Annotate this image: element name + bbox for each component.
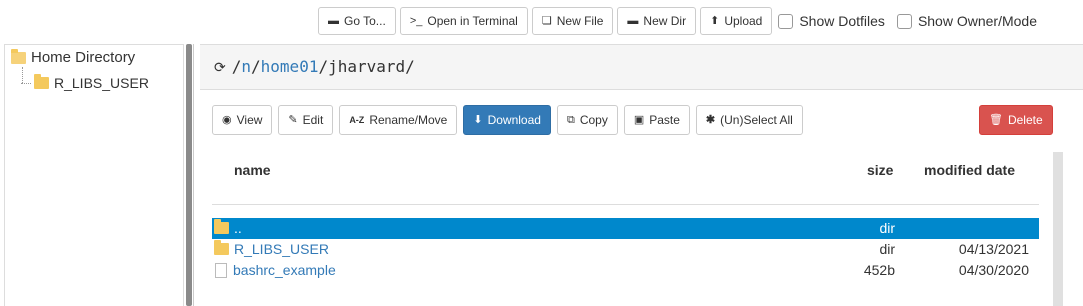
open-terminal-button[interactable]: >_ Open in Terminal	[399, 7, 528, 35]
breadcrumb: ⟳/n/home01/jharvard/	[214, 57, 415, 76]
paste-icon: ▣	[633, 113, 645, 126]
file-name-cell[interactable]: R_LIBS_USER	[214, 240, 329, 257]
path-sep: /	[318, 57, 329, 76]
select-all-label: (Un)Select All	[720, 113, 793, 127]
upload-button[interactable]: ⬆ Upload	[700, 7, 773, 35]
header-divider	[212, 204, 1039, 205]
file-actions: ◉ View ✎ Edit A-Z Rename/Move ⬇ Download…	[212, 105, 809, 135]
tree-connector	[21, 82, 31, 84]
terminal-icon: >_	[409, 14, 423, 27]
copy-button[interactable]: ⧉ Copy	[556, 105, 618, 135]
show-owner-toggle[interactable]: Show Owner/Mode	[896, 13, 1037, 29]
file-list: .. dir R_LIBS_USER dir 04/13/2021 bashrc…	[212, 218, 1039, 281]
trash-icon: 🗑	[989, 113, 1003, 126]
file-name: ..	[234, 220, 242, 236]
file-modified: 04/13/2021	[958, 241, 1029, 257]
file-size: dir	[879, 220, 895, 236]
breadcrumb-home01[interactable]: home01	[261, 57, 319, 76]
show-dotfiles-label: Show Dotfiles	[799, 13, 885, 29]
directory-tree: Home Directory R_LIBS_USER	[4, 44, 184, 306]
view-label: View	[236, 113, 263, 127]
new-file-icon: ❏	[541, 14, 552, 27]
path-sep: /	[251, 57, 261, 76]
path-bar: ⟳/n/home01/jharvard/	[200, 44, 1083, 90]
show-dotfiles-checkbox[interactable]	[778, 13, 794, 29]
folder-icon: ▬	[328, 14, 339, 27]
file-name: bashrc_example	[233, 262, 336, 278]
download-button[interactable]: ⬇ Download	[463, 105, 551, 135]
paste-button[interactable]: ▣ Paste	[623, 105, 690, 135]
delete-label: Delete	[1007, 113, 1043, 127]
folder-icon	[214, 219, 229, 234]
copy-icon: ⧉	[566, 113, 575, 126]
table-row[interactable]: bashrc_example 452b 04/30/2020	[212, 260, 1039, 281]
eye-icon: ◉	[222, 113, 232, 126]
column-header-modified[interactable]: modified date	[924, 162, 1015, 178]
goto-label: Go To...	[344, 14, 386, 28]
edit-button[interactable]: ✎ Edit	[278, 105, 334, 135]
show-dotfiles-toggle[interactable]: Show Dotfiles	[778, 13, 885, 29]
vertical-scrollbar[interactable]	[1053, 152, 1063, 306]
open-terminal-label: Open in Terminal	[427, 14, 518, 28]
pane-splitter-handle[interactable]	[186, 44, 192, 306]
goto-button[interactable]: ▬ Go To...	[318, 7, 396, 35]
download-label: Download	[487, 113, 541, 127]
view-button[interactable]: ◉ View	[212, 105, 273, 135]
tree-item-r-libs-user[interactable]: R_LIBS_USER	[21, 74, 149, 91]
breadcrumb-current: jharvard/	[328, 57, 415, 76]
new-dir-label: New Dir	[643, 14, 687, 28]
column-header-size[interactable]: size	[867, 162, 893, 178]
sort-alpha-icon: A-Z	[349, 114, 365, 125]
folder-icon	[34, 74, 49, 89]
upload-label: Upload	[724, 14, 763, 28]
folder-icon	[214, 240, 229, 255]
column-header-name[interactable]: name	[234, 162, 271, 178]
rename-move-label: Rename/Move	[369, 113, 448, 127]
show-owner-checkbox[interactable]	[896, 13, 912, 29]
file-size: 452b	[863, 262, 895, 278]
copy-label: Copy	[579, 113, 608, 127]
edit-icon: ✎	[288, 113, 298, 126]
download-icon: ⬇	[473, 113, 483, 126]
folder-open-icon	[11, 48, 26, 64]
tree-root-label: Home Directory	[31, 49, 136, 66]
new-file-label: New File	[556, 14, 604, 28]
upload-icon: ⬆	[710, 14, 720, 27]
file-name-cell[interactable]: bashrc_example	[214, 262, 336, 278]
file-size: dir	[879, 241, 895, 257]
tree-root-home[interactable]: Home Directory	[11, 48, 136, 66]
file-icon	[215, 262, 227, 278]
file-name-cell[interactable]: ..	[214, 219, 242, 236]
refresh-icon[interactable]: ⟳	[214, 59, 226, 75]
rename-move-button[interactable]: A-Z Rename/Move	[339, 105, 458, 135]
edit-label: Edit	[302, 113, 324, 127]
table-row[interactable]: R_LIBS_USER dir 04/13/2021	[212, 239, 1039, 260]
file-name: R_LIBS_USER	[234, 241, 329, 257]
top-toolbar: ▬ Go To... >_ Open in Terminal ❏ New Fil…	[318, 6, 1047, 36]
file-modified: 04/30/2020	[958, 262, 1029, 278]
table-row[interactable]: .. dir	[212, 218, 1039, 239]
asterisk-icon: ✱	[705, 113, 716, 126]
select-all-button[interactable]: ✱ (Un)Select All	[695, 105, 803, 135]
path-sep: /	[231, 57, 242, 76]
tree-item-label: R_LIBS_USER	[54, 75, 149, 91]
file-browser-main: ⟳/n/home01/jharvard/ ◉ View ✎ Edit A-Z R…	[200, 44, 1083, 306]
pane-divider	[193, 44, 194, 306]
paste-label: Paste	[649, 113, 680, 127]
folder-icon: ▬	[627, 14, 639, 27]
new-file-button[interactable]: ❏ New File	[531, 7, 614, 35]
delete-button[interactable]: 🗑 Delete	[979, 105, 1053, 135]
breadcrumb-n[interactable]: n	[241, 57, 251, 76]
new-dir-button[interactable]: ▬ New Dir	[617, 7, 697, 35]
show-owner-label: Show Owner/Mode	[917, 13, 1037, 29]
